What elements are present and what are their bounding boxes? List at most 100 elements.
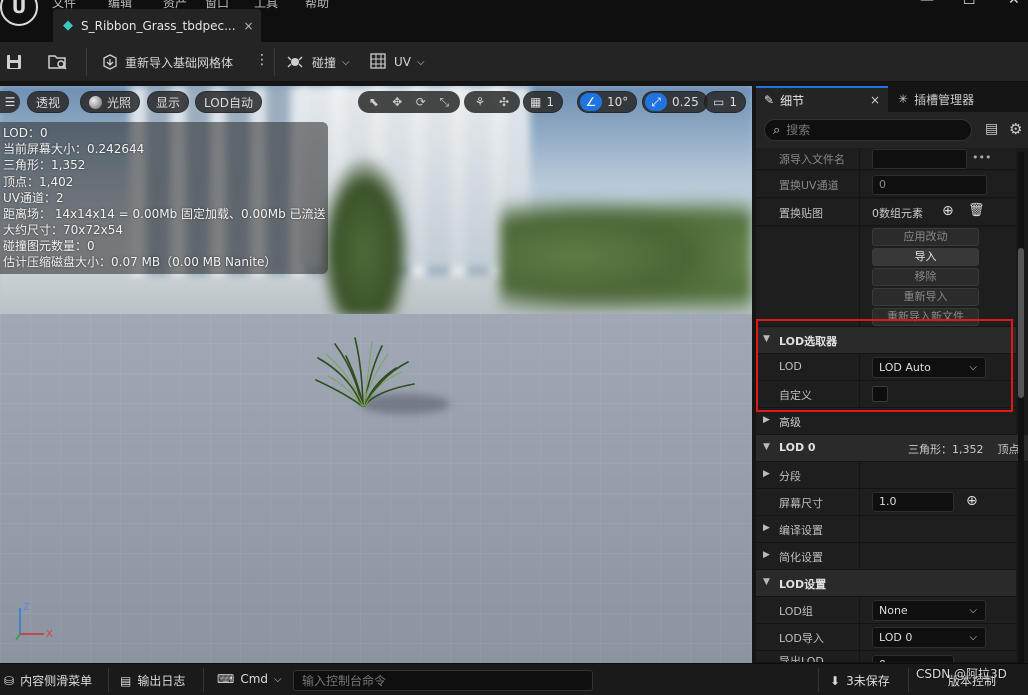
camera-speed-button[interactable]: ▭ 1 <box>704 91 746 113</box>
row-reimport-actions: 应用改动 导入 移除 重新导入 重新导入新文件 <box>756 227 1016 327</box>
output-log-button[interactable]: ▤ 输出日志 <box>120 672 185 689</box>
stat-uv-channels: UV通道：2 <box>3 191 64 205</box>
collapsed-caret-icon: ▶ <box>763 550 770 560</box>
gear-icon[interactable]: ⚙ <box>1009 120 1022 138</box>
console-command-input[interactable] <box>293 670 593 691</box>
chevron-down-icon: ⌵ <box>969 362 977 373</box>
stat-distance-field: 距离场： 14x14x14 = 0.00Mb 固定加载、0.00Mb 已流送 <box>3 207 326 221</box>
lod-import-dropdown[interactable]: LOD 0 ⌵ <box>872 627 986 648</box>
lod-group-dropdown[interactable]: None ⌵ <box>872 600 986 621</box>
unsaved-label: 3未保存 <box>846 674 890 688</box>
collapsed-caret-icon: ▶ <box>763 415 770 425</box>
row-label: 屏幕尺寸 <box>779 497 823 510</box>
show-button[interactable]: 显示 <box>147 91 190 113</box>
status-divider <box>818 668 819 692</box>
table-view-icon[interactable]: ▤ <box>985 121 998 137</box>
output-log-label: 输出日志 <box>137 674 186 688</box>
row-lod-import: LOD导入 LOD 0 ⌵ <box>756 624 1016 651</box>
chevron-down-icon: ⌵ <box>417 56 425 68</box>
stat-disk-size: 估计压缩磁盘大小：0.07 MB（0.00 MB Nanite） <box>3 255 277 269</box>
expanded-caret-icon: ▼ <box>763 442 770 452</box>
browse-to-asset-button[interactable] <box>48 50 68 74</box>
row-label: 分段 <box>779 470 801 483</box>
grass-mesh-preview[interactable] <box>310 336 420 411</box>
tab-socket-manager[interactable]: ✳ 插槽管理器 <box>892 86 1028 112</box>
row-build-settings[interactable]: ▶ 编译设置 <box>756 516 1016 543</box>
grid-snap-value: 1 <box>546 95 554 109</box>
background-trees <box>500 196 752 316</box>
category-lod-settings[interactable]: ▼ LOD设置 <box>756 570 1016 597</box>
move-icon[interactable]: ✥ <box>386 95 410 109</box>
surface-snap-icon[interactable]: ✣ <box>492 95 516 109</box>
category-lod-picker[interactable]: ▼ LOD选取器 <box>756 327 1016 354</box>
row-divider <box>859 543 860 570</box>
axis-gizmo: Z X <box>15 602 53 641</box>
scale-icon[interactable]: ⤡ <box>433 95 457 110</box>
source-import-field[interactable] <box>872 149 967 169</box>
details-scrollbar-thumb[interactable] <box>1018 248 1024 398</box>
menu-help[interactable]: 帮助 <box>305 0 329 11</box>
uv-label: UV <box>394 55 411 69</box>
row-label: LOD导入 <box>779 632 824 645</box>
category-label: LOD 0 <box>779 441 816 454</box>
rotate-icon[interactable]: ⟳ <box>409 95 433 109</box>
close-icon[interactable]: × <box>870 93 880 107</box>
apply-changes-button[interactable]: 应用改动 <box>872 228 979 246</box>
category-advanced[interactable]: ▶ 高级 <box>756 408 1016 435</box>
select-icon[interactable]: ⬉ <box>362 95 386 109</box>
unreal-logo-icon[interactable]: U <box>0 0 38 26</box>
lod-cut-field[interactable]: 0 <box>872 655 954 662</box>
status-bar: ⛁ 内容侧滑菜单 ▤ 输出日志 ⌨ Cmd ⌵ ⬇ 3未保存 版本控制 <box>0 663 1028 695</box>
details-panel: ✎ 细节 × ✳ 插槽管理器 ⌕ ▤ ⚙ 源导入文件名 ••• 置换UV通道 0… <box>756 86 1028 663</box>
row-label: 简化设置 <box>779 551 823 564</box>
perspective-button[interactable]: 透视 <box>27 91 70 113</box>
rotation-snap-button[interactable]: ∠ 10° <box>577 91 638 113</box>
collision-dropdown[interactable]: 碰撞 ⌵ <box>286 50 350 74</box>
content-drawer-icon: ⛁ <box>4 673 15 688</box>
row-label: 自定义 <box>779 389 812 402</box>
screen-size-field[interactable]: 1.0 <box>872 492 954 512</box>
reimport-new-file-button[interactable]: 重新导入新文件 <box>872 308 979 326</box>
row-lod: LOD LOD Auto ⌵ <box>756 354 1016 381</box>
camera-icon: ▭ <box>713 95 725 109</box>
row-replace-uv-channel: 置换UV通道 0 <box>756 171 1016 198</box>
scale-snap-button[interactable]: ⤢ 0.25 <box>642 91 708 113</box>
row-reduction-settings[interactable]: ▶ 简化设置 <box>756 543 1016 570</box>
trash-icon[interactable]: 🗑 <box>968 203 985 218</box>
reimport-button[interactable]: 重新导入 <box>872 288 979 306</box>
reimport-base-mesh-button[interactable]: 重新导入基础网格体 <box>101 50 233 74</box>
content-drawer-button[interactable]: ⛁ 内容侧滑菜单 <box>4 672 92 689</box>
lod-auto-button[interactable]: LOD自动 <box>195 91 262 113</box>
asset-editor-tab[interactable]: ◆ S_Ribbon_Grass_tbdpec... × <box>53 9 261 42</box>
maximize-icon[interactable]: ☐ <box>963 0 976 8</box>
row-divider <box>859 381 860 408</box>
remove-button[interactable]: 移除 <box>872 268 979 286</box>
uv-dropdown[interactable]: UV ⌵ <box>370 50 425 74</box>
lod-dropdown[interactable]: LOD Auto ⌵ <box>872 357 986 378</box>
mesh-viewport[interactable]: ☰ 透视 光照 显示 LOD自动 ⬉ ✥ ⟳ ⤡ ⚘ ✣ ▦ 1 ∠ 10° ⤢ 0.25 ▭… <box>0 86 752 663</box>
custom-checkbox[interactable] <box>872 386 888 402</box>
unsaved-assets-button[interactable]: ⬇ 3未保存 <box>830 672 890 689</box>
save-button[interactable] <box>6 50 22 74</box>
lighting-button[interactable]: 光照 <box>80 91 141 113</box>
close-tab-icon[interactable]: × <box>244 19 254 33</box>
replace-uv-field[interactable]: 0 <box>872 175 987 195</box>
add-element-icon[interactable]: ⊕ <box>942 203 954 219</box>
add-icon[interactable]: ⊕ <box>966 493 978 509</box>
browse-ellipsis-icon[interactable]: ••• <box>972 151 991 164</box>
cmd-dropdown[interactable]: ⌨ Cmd ⌵ <box>217 672 282 686</box>
row-label: 编译设置 <box>779 524 823 537</box>
more-options-icon[interactable]: ⋮ <box>255 52 269 68</box>
grid-snap-button[interactable]: ▦ 1 <box>523 91 563 113</box>
details-search-input[interactable] <box>786 123 957 137</box>
close-window-icon[interactable]: ✕ <box>1008 0 1020 8</box>
terminal-icon: ⌨ <box>217 672 235 686</box>
local-space-icon[interactable]: ⚘ <box>468 95 492 109</box>
import-button[interactable]: 导入 <box>872 248 979 266</box>
row-custom: 自定义 <box>756 381 1016 408</box>
row-sections[interactable]: ▶ 分段 <box>756 462 1016 489</box>
tab-details[interactable]: ✎ 细节 × <box>756 86 888 112</box>
minimize-icon[interactable]: — <box>920 0 934 8</box>
content-drawer-label: 内容侧滑菜单 <box>20 674 93 688</box>
category-lod0[interactable]: ▼ LOD 0 三角形：1,352 顶点：1 <box>756 435 1028 462</box>
